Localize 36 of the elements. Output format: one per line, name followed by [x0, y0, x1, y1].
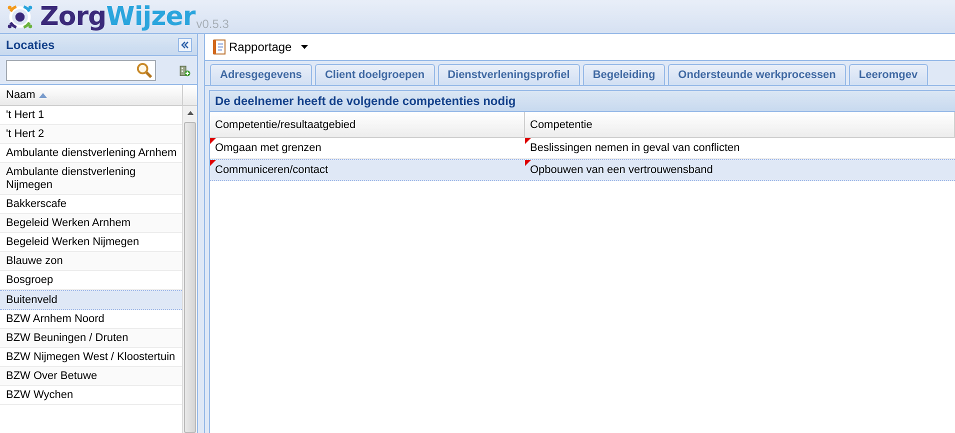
column-header[interactable]: Competentie/resultaatgebied: [210, 112, 525, 137]
tab[interactable]: Dienstverleningsprofiel: [438, 64, 580, 85]
sort-icon: [39, 92, 48, 98]
list-item[interactable]: Begeleid Werken Arnhem: [0, 214, 182, 233]
scroll-thumb[interactable]: [184, 122, 196, 433]
scrollbar[interactable]: [182, 106, 197, 433]
list-item[interactable]: BZW Over Betuwe: [0, 367, 182, 386]
tab[interactable]: Ondersteunde werkprocessen: [668, 64, 846, 85]
table-cell: Omgaan met grenzen: [210, 138, 525, 158]
list-item[interactable]: Ambulante dienstverlening Nijmegen: [0, 163, 182, 195]
up-triangle-icon: [186, 111, 194, 115]
tab[interactable]: Client doelgroepen: [314, 64, 435, 85]
table-cell: Opbouwen van een vertrouwensband: [525, 160, 955, 180]
panel-title: De deelnemer heeft de volgende competenties nodig: [210, 91, 955, 112]
search-field[interactable]: [6, 60, 156, 80]
app-logo-text: ZorgWijzer: [40, 2, 196, 32]
logo-icon: [6, 2, 34, 30]
list-item[interactable]: Buitenveld: [0, 290, 182, 310]
tab[interactable]: Leeromgev: [848, 64, 928, 85]
column-header[interactable]: Competentie: [525, 112, 955, 137]
table-cell: Beslissingen nemen in geval van conflicten: [525, 138, 955, 158]
notebook-icon: [212, 39, 226, 55]
list-item[interactable]: 't Hert 2: [0, 125, 182, 144]
search-icon[interactable]: [136, 62, 153, 78]
panel-title: Locaties: [6, 38, 55, 52]
list-item[interactable]: BZW Beuningen / Druten: [0, 329, 182, 348]
tab[interactable]: Begeleiding: [582, 64, 666, 85]
report-menu-button[interactable]: Rapportage: [210, 37, 310, 57]
list-item[interactable]: Blauwe zon: [0, 252, 182, 271]
version-label: v0.5.3: [196, 17, 229, 31]
table-row[interactable]: Communiceren/contact Opbouwen van een vertrouwensband: [210, 159, 955, 181]
collapse-button[interactable]: [178, 38, 192, 52]
table-cell: Communiceren/contact: [210, 160, 525, 180]
tab[interactable]: Adresgegevens: [210, 64, 312, 85]
caret-icon: [300, 45, 308, 49]
double-chevron-icon: [180, 40, 190, 50]
